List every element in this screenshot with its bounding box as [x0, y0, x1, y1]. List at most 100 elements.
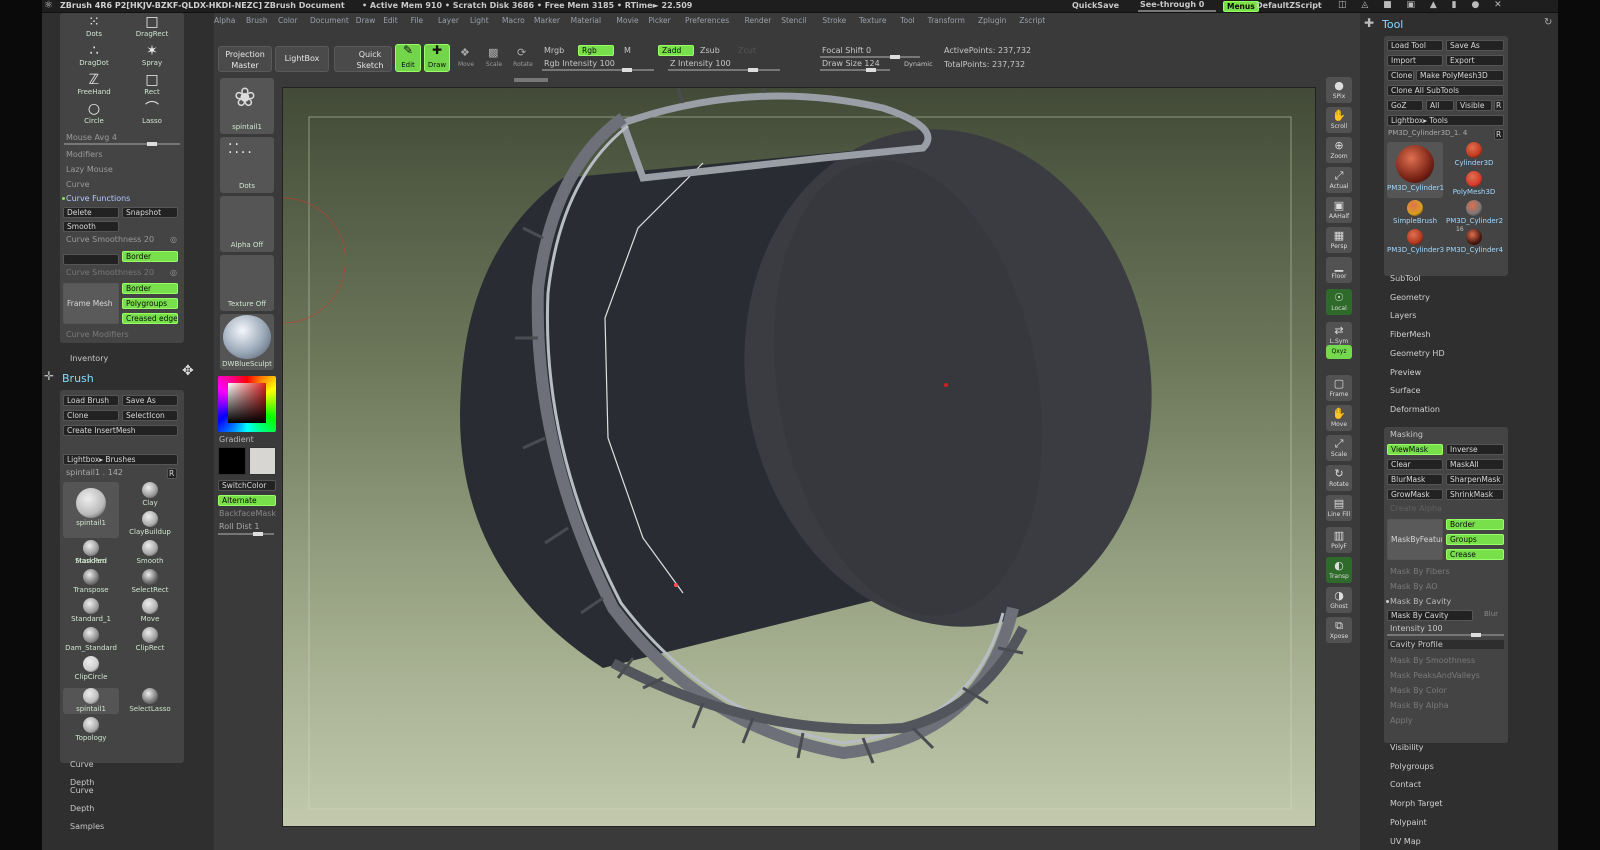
menu-macro[interactable]: Macro [502, 16, 525, 25]
menu-render[interactable]: Render [745, 16, 772, 25]
brush-save-as-button[interactable]: Save As [122, 395, 178, 406]
export-button[interactable]: Export [1446, 55, 1504, 66]
border-button[interactable]: Border [122, 251, 178, 262]
tool-palette-title[interactable]: Tool [1382, 18, 1403, 31]
persp-button[interactable]: ▦ Persp [1326, 227, 1352, 253]
inverse-button[interactable]: Inverse [1446, 444, 1504, 455]
cavity-profile-curve[interactable]: Cavity Profile [1388, 640, 1504, 649]
masking-header[interactable]: Masking [1390, 430, 1423, 439]
menu-preferences[interactable]: Preferences [685, 16, 729, 25]
stroke-dots[interactable]: ⁙ Dots [66, 15, 122, 43]
see-through-slider[interactable]: See-through 0 [1140, 0, 1204, 9]
spix-button[interactable]: ● SPix [1326, 77, 1352, 103]
projection-master-button[interactable]: Projection Master [218, 46, 272, 72]
visible-button[interactable]: Visible [1456, 100, 1492, 111]
color-picker[interactable] [218, 376, 276, 432]
section-contact[interactable]: Contact [1390, 780, 1421, 789]
zcut-button[interactable]: Zcut [738, 46, 756, 55]
menu-alpha[interactable]: Alpha [214, 16, 235, 25]
lightbox-tools-button[interactable]: Lightbox▸ Tools [1387, 115, 1504, 126]
brush-selectrect[interactable]: SelectRect [122, 569, 178, 597]
clone-all-subtools-button[interactable]: Clone All SubTools [1387, 85, 1504, 96]
menu-stroke[interactable]: Stroke [822, 16, 846, 25]
switch-color-button[interactable]: SwitchColor [218, 480, 276, 491]
dynamic-button[interactable]: Dynamic [904, 60, 933, 68]
menu-zplugin[interactable]: Zplugin [978, 16, 1006, 25]
left-samples-header[interactable]: Samples [70, 823, 110, 831]
left-depth-header[interactable]: Depth [70, 805, 110, 813]
viewmask-button[interactable]: ViewMask [1387, 444, 1443, 455]
stroke-dragrect[interactable]: □ DragRect [124, 15, 180, 43]
growmask-button[interactable]: GrowMask [1387, 489, 1443, 500]
section-preview[interactable]: Preview [1390, 368, 1421, 377]
polyf-button[interactable]: ▥ PolyF [1326, 527, 1352, 553]
menu-material[interactable]: Material [571, 16, 601, 25]
mask-by-cavity-header[interactable]: Mask By Cavity [1390, 597, 1451, 606]
section-uv-map[interactable]: UV Map [1390, 837, 1421, 846]
brush-standard-1[interactable]: Standard_1 [63, 598, 119, 626]
local-button[interactable]: ☉ Local [1326, 289, 1352, 315]
modifiers-header[interactable]: Modifiers [66, 150, 103, 159]
m-button[interactable]: M [624, 46, 631, 55]
delete-button[interactable]: Delete [63, 207, 119, 218]
brush-clipcircle[interactable]: ClipCircle [63, 656, 119, 684]
tool-dock-icon[interactable]: ✚ [1364, 16, 1374, 30]
tool-r2-button[interactable]: R [1494, 129, 1504, 140]
brush-claybuildup[interactable]: ClayBuildup [122, 511, 178, 539]
mouse-avg-slider[interactable]: Mouse Avg 4 [66, 133, 117, 142]
menu-stencil[interactable]: Stencil [781, 16, 806, 25]
canvas-scroll-top[interactable] [514, 78, 548, 82]
section-fibermesh[interactable]: FiberMesh [1390, 330, 1431, 339]
cavity-blur-slider[interactable]: Blur [1484, 610, 1498, 618]
section-visibility[interactable]: Visibility [1390, 743, 1424, 752]
material-thumb[interactable]: DWBlueSculpt [220, 314, 274, 370]
stroke-spray[interactable]: ✶ Spray [124, 44, 180, 72]
mouse-avg-track[interactable] [64, 142, 180, 146]
menu-edit[interactable]: Edit [383, 16, 398, 25]
curve-smoothness2-slider[interactable]: Curve Smoothness 20 [66, 268, 154, 277]
z-intensity-track[interactable] [668, 68, 780, 72]
border2-button[interactable]: Border [122, 283, 178, 294]
menu-zscript[interactable]: Zscript [1019, 16, 1045, 25]
scale-button[interactable]: ▩ Scale [482, 46, 506, 72]
lightbox-button[interactable]: LightBox [275, 46, 329, 72]
move-button[interactable]: ❖ Move [454, 46, 478, 72]
tool-cylinder3d[interactable]: Cylinder3D [1446, 142, 1502, 170]
backface-mask-label[interactable]: BackfaceMask [219, 509, 276, 518]
brush-standard[interactable]: Standard [63, 540, 119, 568]
qxyz-button[interactable]: Qxyz [1326, 345, 1352, 359]
alternate-button[interactable]: Alternate [218, 495, 276, 506]
mbf-crease-button[interactable]: Crease [1446, 549, 1504, 560]
section-geometry[interactable]: Geometry [1390, 293, 1430, 302]
stroke-lasso[interactable]: ⌒ Lasso [124, 102, 180, 130]
scale-button[interactable]: ⤢ Scale [1326, 435, 1352, 461]
lightbox-brushes-button[interactable]: Lightbox▸ Brushes [63, 454, 178, 465]
tool-pm3d-cylinder3[interactable]: PM3D_Cylinder3 [1387, 229, 1444, 257]
brush-cliprect[interactable]: ClipRect [122, 627, 178, 655]
curve-header[interactable]: Curve [66, 180, 90, 189]
line-fill-button[interactable]: ▤ Line Fill [1326, 495, 1352, 521]
menu-transform[interactable]: Transform [928, 16, 965, 25]
draw-size-track[interactable] [820, 68, 890, 72]
stroke-freehand[interactable]: ℤ FreeHand [66, 73, 122, 101]
draw-size-slider[interactable]: Draw Size 124 [822, 59, 880, 68]
create-alpha-button[interactable]: Create Alpha [1390, 504, 1442, 513]
roll-dist-track[interactable] [218, 532, 274, 536]
mask-by-alpha-header[interactable]: Mask By Alpha [1390, 701, 1449, 710]
lazy-mouse-header[interactable]: Lazy Mouse [66, 165, 113, 174]
mask-clear-button[interactable]: Clear [1387, 459, 1443, 470]
actual-button[interactable]: ⤢ Actual [1326, 167, 1352, 193]
brush-spintail1[interactable]: spintail1 [63, 688, 119, 714]
brush-palette-title[interactable]: Brush [62, 372, 94, 385]
secondary-color-swatch[interactable] [249, 447, 276, 475]
rgb-button[interactable]: Rgb [578, 45, 614, 56]
menu-file[interactable]: File [411, 16, 424, 25]
ghost-button[interactable]: ◑ Ghost [1326, 587, 1352, 613]
left-curve-header[interactable]: Curve [70, 761, 110, 769]
mbf-border-button[interactable]: Border [1446, 519, 1504, 530]
cavity-intensity-slider[interactable]: Intensity 100 [1390, 624, 1443, 633]
polygroups-button[interactable]: Polygroups [122, 298, 178, 309]
create-insertmesh-button[interactable]: Create InsertMesh [63, 425, 178, 436]
draw-button[interactable]: ✚ Draw [424, 44, 450, 72]
tool-simplebrush[interactable]: SimpleBrush [1387, 200, 1443, 228]
